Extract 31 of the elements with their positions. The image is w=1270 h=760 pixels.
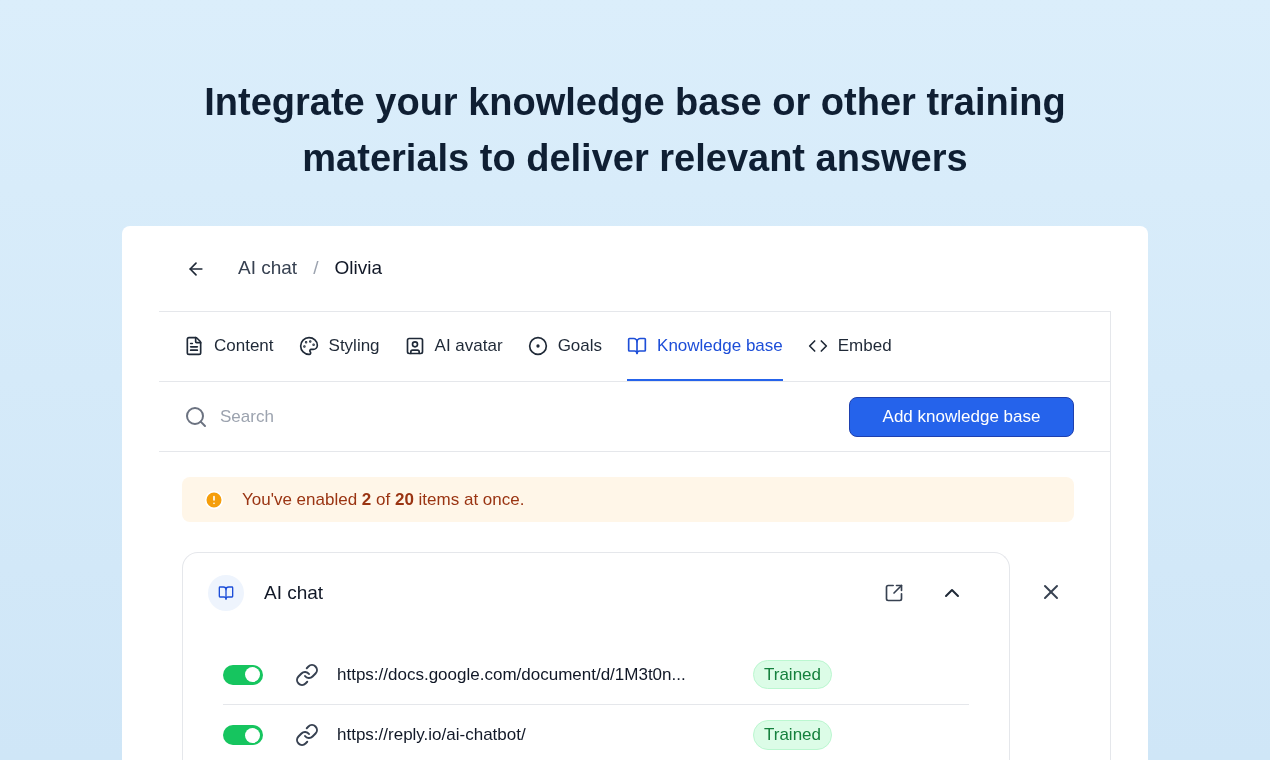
link-icon [295, 662, 319, 687]
document-icon [184, 335, 204, 356]
tab[interactable]: Knowledge base [627, 312, 783, 381]
status-badge: Trained [753, 659, 832, 690]
breadcrumb-current: Olivia [334, 256, 382, 281]
tab[interactable]: AI avatar [404, 312, 503, 381]
alert-text: You've enabled 2 of 20 items at once. [242, 488, 525, 511]
tab[interactable]: Content [184, 312, 274, 381]
source-title: AI chat [264, 580, 325, 605]
target-icon [527, 335, 548, 356]
link-icon [295, 723, 319, 747]
portrait-icon [404, 335, 425, 356]
external-link-icon[interactable] [884, 583, 904, 603]
breadcrumb-separator: / [313, 256, 319, 281]
toggle-switch[interactable] [223, 664, 263, 685]
tab[interactable]: Goals [527, 312, 603, 381]
search-icon [184, 404, 208, 429]
search-field[interactable]: Search [220, 403, 849, 430]
status-badge: Trained [753, 720, 832, 750]
source-url[interactable]: https://reply.io/ai-chatbot/ [337, 722, 753, 748]
tab[interactable]: Styling [298, 312, 380, 381]
toggle-switch[interactable] [223, 725, 263, 745]
book-icon [627, 335, 648, 356]
tab[interactable]: Embed [807, 312, 892, 381]
add-knowledge-base-button[interactable]: Add knowledge base [849, 396, 1074, 437]
book-icon [208, 575, 244, 611]
source-url[interactable]: https://docs.google.com/document/d/1M3t0n... [337, 661, 753, 688]
breadcrumb-link[interactable]: AI chat [238, 254, 298, 283]
warning-icon [204, 489, 224, 510]
headline: Integrate your knowledge base or other training materials to deliver relevant answers [203, 80, 1067, 181]
palette-icon [298, 335, 319, 356]
